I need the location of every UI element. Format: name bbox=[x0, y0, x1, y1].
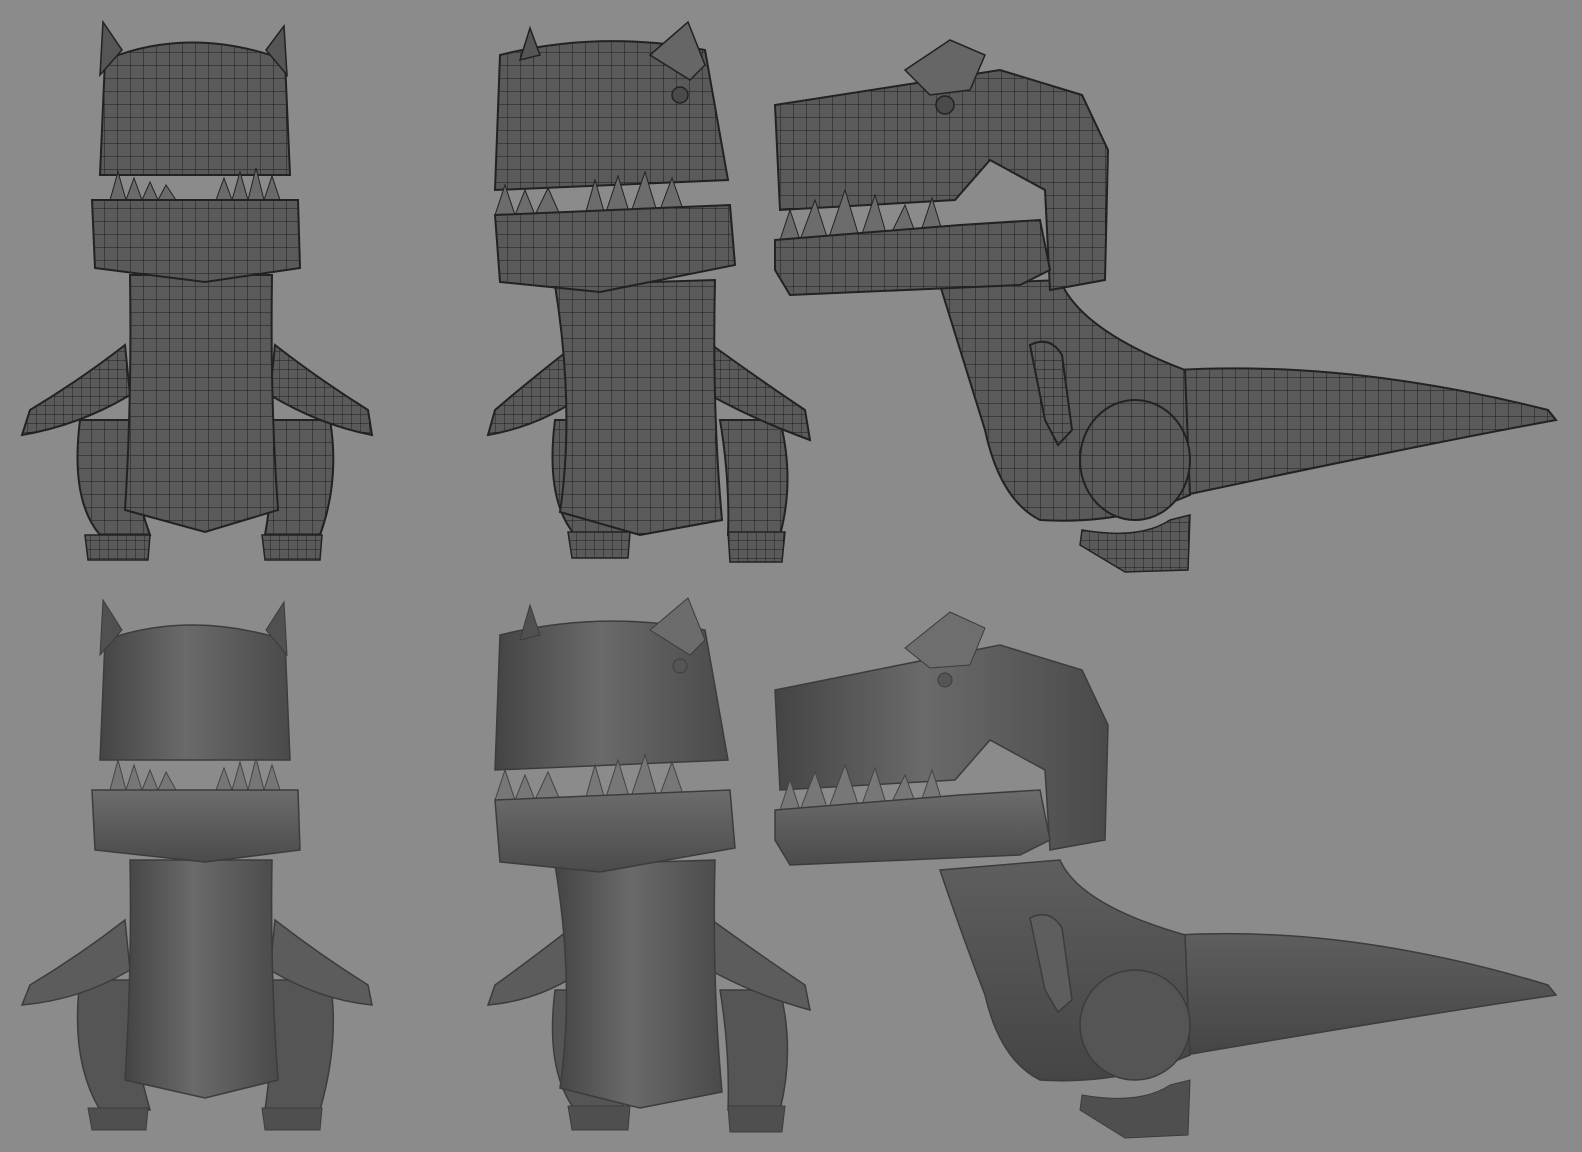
side-view-wireframe bbox=[773, 39, 1558, 573]
model-sheet bbox=[0, 0, 1582, 1152]
front-view-shaded bbox=[20, 598, 373, 1131]
model-sheet-render bbox=[20, 19, 1558, 1139]
three-quarter-view-shaded bbox=[486, 597, 811, 1133]
front-view-wireframe bbox=[20, 19, 374, 561]
three-quarter-view-wireframe bbox=[486, 20, 812, 563]
side-view-shaded bbox=[774, 611, 1558, 1139]
